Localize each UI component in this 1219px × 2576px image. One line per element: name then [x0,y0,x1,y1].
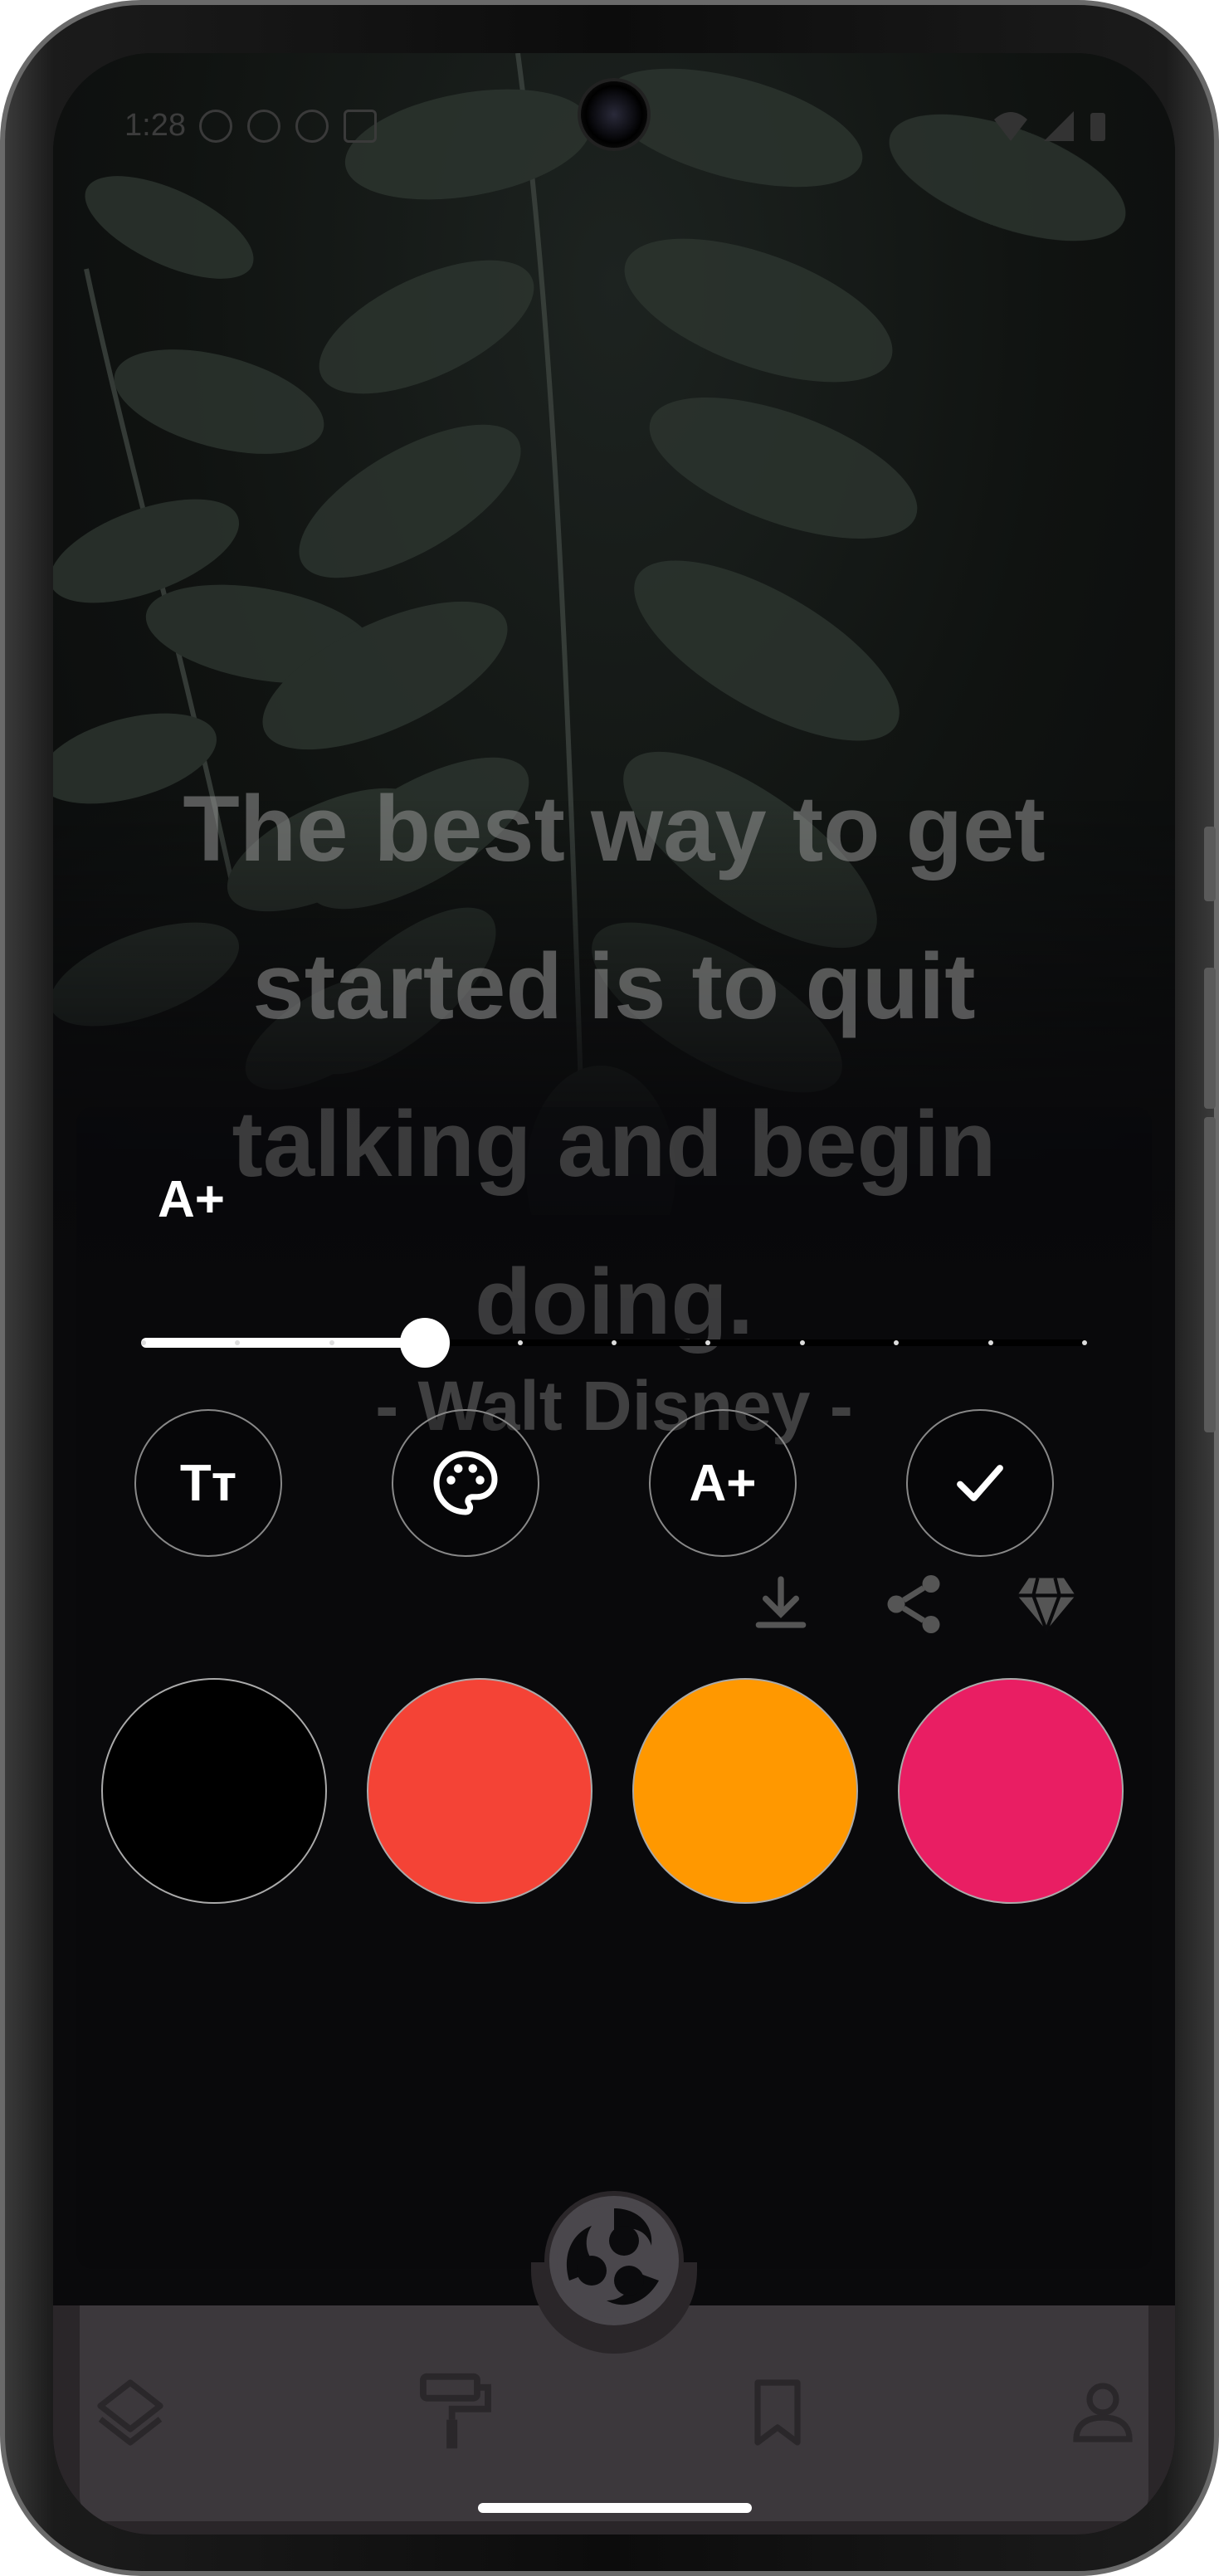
person-icon [1073,2383,1133,2442]
slider-fill [141,1338,425,1348]
share-icon [887,1575,940,1633]
shield-icon [247,110,280,143]
font-size-slider[interactable] [141,1318,1087,1368]
download-icon [755,1576,807,1628]
text-size-button[interactable]: A+ [649,1409,797,1557]
text-style-icon: Tт [179,1454,237,1512]
font-style-button[interactable]: Tт [134,1409,282,1557]
power-button [1204,968,1216,1109]
slider-tick [894,1340,899,1345]
bookmark-icon [754,2379,801,2446]
action-row [744,1567,1084,1642]
paint-roller-icon [420,2373,491,2449]
palette-icon [433,1451,498,1515]
side-rail [1204,1117,1216,1432]
color-swatch-red[interactable] [367,1678,592,1904]
slider-tick [988,1340,993,1345]
slider-tick [518,1340,523,1345]
diamond-icon [1017,1577,1075,1636]
layers-icon [97,2379,163,2446]
signal-icon [1044,111,1074,141]
premium-button[interactable] [1009,1567,1084,1642]
text-size-icon: A+ [689,1454,757,1512]
slider-tick [705,1340,710,1345]
size-label: A+ [158,1171,225,1228]
wifi-icon [994,112,1027,141]
triskele-icon [557,2203,671,2318]
status-bar: 1:28 [53,101,1175,159]
nav-paint[interactable] [410,2367,501,2458]
slider-tick [235,1340,240,1345]
volume-button [1204,827,1216,901]
color-swatch-orange[interactable] [632,1678,858,1904]
slider-tick [1082,1340,1087,1345]
color-swatch-black[interactable] [101,1678,327,1904]
color-swatch-pink[interactable] [898,1678,1124,1904]
color-button[interactable] [392,1409,539,1557]
slider-tick [800,1340,805,1345]
nav-layers[interactable] [85,2367,176,2458]
slider-tick [329,1340,334,1345]
slider-tick [141,1340,146,1345]
phone-frame: 1:28 The best way to get started is to q… [0,0,1219,2576]
nav-bookmarks[interactable] [732,2367,823,2458]
home-indicator[interactable] [478,2503,752,2513]
screen: 1:28 The best way to get started is to q… [53,53,1175,2535]
download-button[interactable] [744,1567,818,1642]
share-button[interactable] [876,1567,951,1642]
check-icon [957,1465,1003,1501]
a-icon [344,110,377,143]
bluetooth-icon [295,110,329,143]
status-time: 1:28 [124,108,186,143]
nav-profile[interactable] [1057,2367,1148,2458]
battery-icon [1090,113,1105,141]
center-fab[interactable] [544,2191,684,2330]
color-swatches [101,1678,1130,1907]
editor-tools: Tт A+ [53,1409,1175,1559]
slider-thumb[interactable] [400,1318,450,1368]
info-icon [199,110,232,143]
confirm-button[interactable] [906,1409,1054,1557]
slider-tick [612,1340,617,1345]
